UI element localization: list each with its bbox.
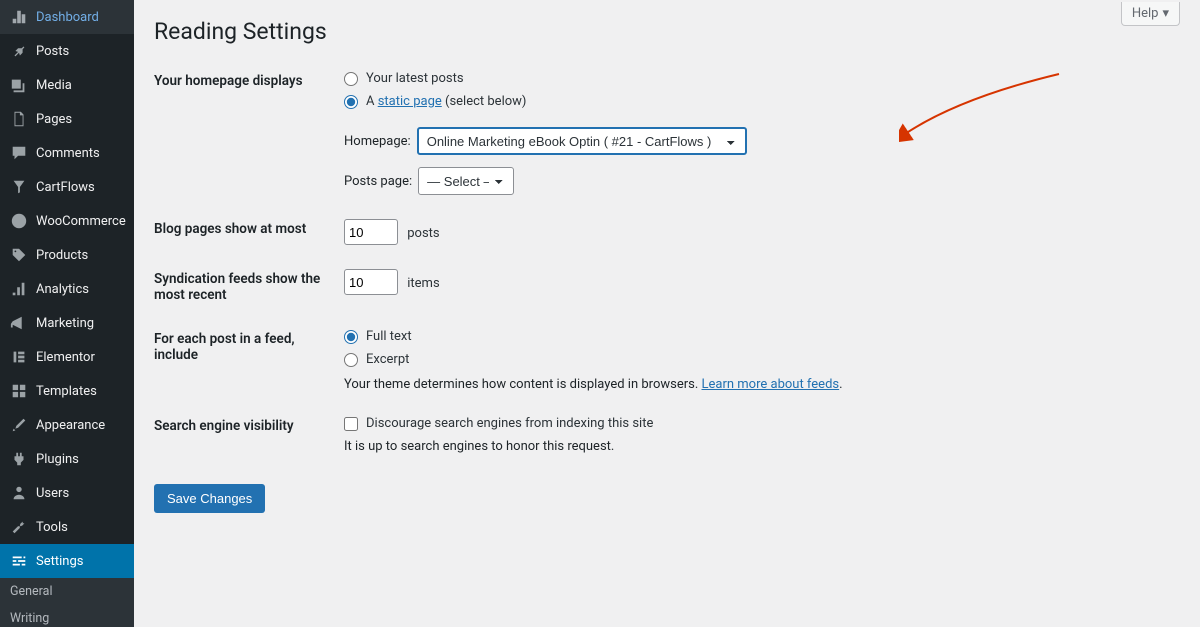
admin-sidebar: Dashboard Posts Media Pages Comments Car… — [0, 0, 134, 627]
help-tab[interactable]: Help ▾ — [1121, 2, 1180, 26]
radio-full-text-label: Full text — [366, 329, 412, 344]
search-note: It is up to search engines to honor this… — [344, 439, 1170, 454]
chart-icon — [10, 280, 28, 298]
page-title: Reading Settings — [154, 0, 1180, 59]
woo-icon — [10, 212, 28, 230]
sidebar-item-label: Tools — [36, 520, 68, 535]
sidebar-item-cartflows[interactable]: CartFlows — [0, 170, 134, 204]
sidebar-item-dashboard[interactable]: Dashboard — [0, 0, 134, 34]
posts-page-select-label: Posts page: — [344, 174, 412, 189]
tag-icon — [10, 246, 28, 264]
sidebar-item-label: Users — [36, 486, 69, 501]
sidebar-item-label: Elementor — [36, 350, 95, 365]
sidebar-item-marketing[interactable]: Marketing — [0, 306, 134, 340]
sidebar-item-pages[interactable]: Pages — [0, 102, 134, 136]
syndication-unit: items — [407, 276, 439, 291]
radio-full-text[interactable] — [344, 330, 358, 344]
sidebar-item-plugins[interactable]: Plugins — [0, 442, 134, 476]
blog-pages-unit: posts — [407, 226, 439, 241]
sidebar-item-woocommerce[interactable]: WooCommerce — [0, 204, 134, 238]
sidebar-item-templates[interactable]: Templates — [0, 374, 134, 408]
sidebar-item-label: Comments — [36, 146, 100, 161]
learn-feeds-link[interactable]: Learn more about feeds — [702, 377, 840, 392]
checkbox-discourage-search[interactable] — [344, 417, 358, 431]
wrench-icon — [10, 518, 28, 536]
radio-excerpt[interactable] — [344, 353, 358, 367]
pin-icon — [10, 42, 28, 60]
sidebar-item-label: Plugins — [36, 452, 79, 467]
save-changes-button[interactable]: Save Changes — [154, 484, 265, 513]
checkbox-discourage-label: Discourage search engines from indexing … — [366, 416, 653, 431]
templates-icon — [10, 382, 28, 400]
sidebar-item-products[interactable]: Products — [0, 238, 134, 272]
sidebar-item-label: WooCommerce — [36, 214, 126, 229]
settings-submenu: General Writing Reading Discussion — [0, 578, 134, 627]
homepage-select-label: Homepage: — [344, 134, 411, 149]
homepage-displays-label: Your homepage displays — [154, 59, 344, 207]
homepage-select[interactable]: Online Marketing eBook Optin ( #21 - Car… — [417, 127, 747, 155]
sidebar-item-settings[interactable]: Settings — [0, 544, 134, 578]
sidebar-item-label: Posts — [36, 44, 69, 59]
submenu-writing[interactable]: Writing — [0, 605, 134, 627]
sidebar-item-label: Analytics — [36, 282, 89, 297]
user-icon — [10, 484, 28, 502]
sidebar-item-label: Templates — [36, 384, 97, 399]
elementor-icon — [10, 348, 28, 366]
static-page-link[interactable]: static page — [378, 94, 442, 109]
sidebar-item-label: CartFlows — [36, 180, 95, 195]
sidebar-item-analytics[interactable]: Analytics — [0, 272, 134, 306]
blog-pages-label: Blog pages show at most — [154, 207, 344, 257]
sidebar-item-label: Appearance — [36, 418, 105, 433]
sidebar-item-label: Marketing — [36, 316, 94, 331]
radio-excerpt-label: Excerpt — [366, 352, 409, 367]
sidebar-item-comments[interactable]: Comments — [0, 136, 134, 170]
sidebar-item-users[interactable]: Users — [0, 476, 134, 510]
chevron-down-icon: ▾ — [1162, 6, 1169, 21]
brush-icon — [10, 416, 28, 434]
feed-include-label: For each post in a feed, include — [154, 317, 344, 404]
sidebar-item-label: Dashboard — [36, 10, 99, 25]
plug-icon — [10, 450, 28, 468]
megaphone-icon — [10, 314, 28, 332]
sidebar-item-tools[interactable]: Tools — [0, 510, 134, 544]
radio-latest-posts[interactable] — [344, 72, 358, 86]
search-visibility-label: Search engine visibility — [154, 404, 344, 466]
feed-description: Your theme determines how content is dis… — [344, 377, 1170, 392]
comment-icon — [10, 144, 28, 162]
blog-pages-input[interactable] — [344, 219, 398, 245]
dashboard-icon — [10, 8, 28, 26]
main-content: Help ▾ Reading Settings Your homepage di… — [134, 0, 1200, 627]
syndication-label: Syndication feeds show the most recent — [154, 257, 344, 317]
radio-latest-label: Your latest posts — [366, 71, 464, 86]
sidebar-item-appearance[interactable]: Appearance — [0, 408, 134, 442]
page-icon — [10, 110, 28, 128]
sidebar-item-posts[interactable]: Posts — [0, 34, 134, 68]
syndication-input[interactable] — [344, 269, 398, 295]
submenu-general[interactable]: General — [0, 578, 134, 605]
sidebar-item-label: Settings — [36, 554, 83, 569]
radio-static-label: A static page (select below) — [366, 94, 526, 109]
sidebar-item-label: Pages — [36, 112, 72, 127]
sidebar-item-label: Media — [36, 78, 72, 93]
sidebar-item-label: Products — [36, 248, 88, 263]
funnel-icon — [10, 178, 28, 196]
radio-static-page[interactable] — [344, 95, 358, 109]
help-label: Help — [1132, 6, 1159, 21]
sidebar-item-elementor[interactable]: Elementor — [0, 340, 134, 374]
sidebar-item-media[interactable]: Media — [0, 68, 134, 102]
posts-page-select[interactable]: — Select — — [418, 167, 514, 195]
sliders-icon — [10, 552, 28, 570]
media-icon — [10, 76, 28, 94]
